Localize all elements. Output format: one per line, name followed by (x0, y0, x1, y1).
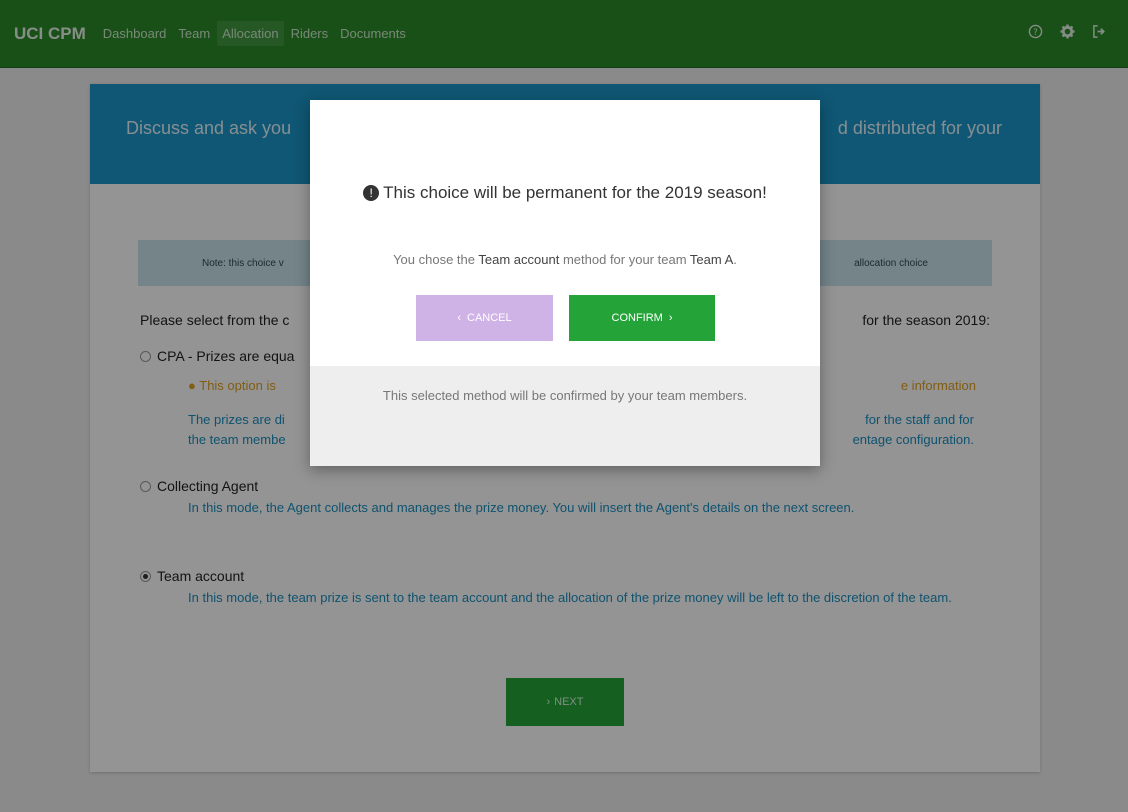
chevron-left-icon: ‹ (457, 312, 462, 324)
modal-footer: This selected method will be confirmed b… (310, 366, 820, 466)
modal-text-prefix: You chose the (393, 252, 476, 267)
confirm-modal: ! This choice will be permanent for the 2… (310, 100, 820, 466)
confirm-button[interactable]: CONFIRM › (569, 295, 715, 341)
chevron-right-icon: › (668, 312, 673, 324)
modal-team: Team A (689, 252, 734, 267)
cancel-button-label: CANCEL (467, 312, 512, 324)
modal-title: ! This choice will be permanent for the 2… (350, 182, 780, 204)
modal-message: You chose the Team account method for yo… (393, 252, 737, 267)
modal-method: Team account (478, 252, 560, 267)
confirm-button-label: CONFIRM (611, 312, 663, 324)
modal-title-text: This choice will be permanent for the 20… (383, 183, 767, 202)
modal-text-middle: method for your team (562, 252, 687, 267)
cancel-button[interactable]: ‹ CANCEL (416, 295, 553, 341)
exclamation-circle-icon: ! (363, 185, 380, 201)
